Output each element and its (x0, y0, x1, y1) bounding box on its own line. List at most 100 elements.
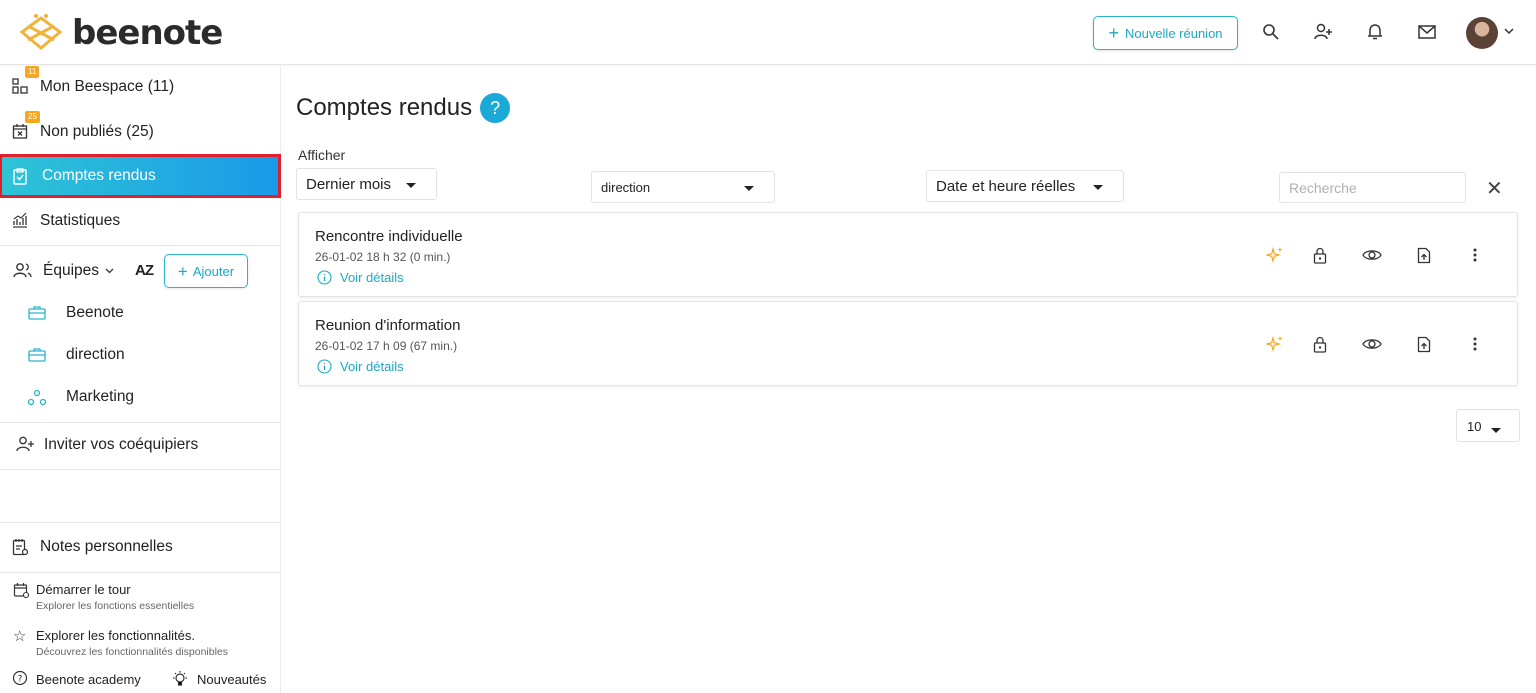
sidebar-item-statistiques[interactable]: Statistiques (0, 201, 281, 241)
team-item-marketing[interactable]: Marketing (0, 377, 280, 417)
dashboard-icon (12, 78, 30, 96)
eye-icon[interactable] (1362, 245, 1382, 265)
eye-icon[interactable] (1362, 334, 1382, 354)
search-icon[interactable] (1260, 21, 1282, 43)
briefcase-icon (28, 305, 46, 325)
team-select[interactable]: direction (591, 171, 775, 203)
add-team-button[interactable]: + Ajouter (164, 254, 248, 288)
ai-sparkle-icon[interactable] (1265, 245, 1285, 265)
sidebar-item-label: Mon Beespace (40, 78, 144, 95)
lightbulb-icon (171, 670, 189, 692)
news-link[interactable]: Nouveautés (197, 672, 266, 687)
add-user-icon (15, 436, 34, 454)
sidebar-item-label: Comptes rendus (42, 167, 156, 184)
date-mode-select-value: Date et heure réelles (936, 177, 1076, 195)
svg-text:?: ? (18, 675, 23, 685)
meeting-title: Reunion d'information (315, 317, 461, 334)
help-circle-icon: ? (12, 670, 28, 691)
explore-subtitle: Découvrez les fonctionnalités disponible… (36, 646, 229, 658)
meeting-date: 26-01-02 17 h 09 (67 min.) (315, 339, 458, 353)
invite-teammates-link[interactable]: Inviter vos coéquipiers (0, 425, 281, 465)
lock-icon[interactable] (1310, 245, 1330, 265)
page-title: Comptes rendus ? (296, 93, 511, 123)
team-item-beenote[interactable]: Beenote (0, 293, 280, 333)
export-file-icon[interactable] (1414, 334, 1434, 354)
caret-down-icon (406, 183, 416, 188)
caret-down-icon (744, 186, 754, 191)
info-icon (317, 270, 332, 285)
nodes-icon (27, 389, 47, 410)
notes-label: Notes personnelles (40, 538, 173, 555)
academy-link[interactable]: Beenote academy (36, 672, 141, 687)
sidebar-item-label: Non publiés (40, 123, 122, 140)
chevron-down-icon[interactable] (1503, 24, 1515, 42)
count-badge: 25 (25, 111, 40, 123)
divider (0, 522, 280, 523)
help-icon[interactable]: ? (480, 93, 511, 123)
briefcase-icon (28, 347, 46, 367)
invite-label: Inviter vos coéquipiers (44, 436, 199, 453)
details-link[interactable]: Voir détails (317, 359, 404, 374)
team-item-direction[interactable]: direction (0, 335, 280, 375)
explore-features-link[interactable]: ☆ Explorer les fonctionnalités. Découvre… (0, 626, 280, 666)
bell-icon[interactable] (1364, 21, 1386, 43)
add-user-icon[interactable] (1312, 21, 1334, 43)
search-input[interactable] (1279, 172, 1466, 203)
ai-sparkle-icon[interactable] (1265, 334, 1285, 354)
sidebar-item-mon-beespace[interactable]: 11 Mon Beespace (11) (0, 66, 281, 107)
sidebar-item-non-publies[interactable]: 25 Non publiés (25) (0, 111, 281, 152)
new-meeting-button[interactable]: + Nouvelle réunion (1093, 16, 1238, 50)
teams-label[interactable]: Équipes (43, 262, 99, 280)
divider (0, 245, 280, 246)
page-title-text: Comptes rendus (296, 94, 473, 121)
details-link[interactable]: Voir détails (317, 270, 404, 285)
start-tour-link[interactable]: Démarrer le tour Explorer les fonctions … (0, 580, 280, 620)
meeting-title: Rencontre individuelle (315, 228, 463, 245)
new-meeting-label: Nouvelle réunion (1124, 25, 1223, 41)
divider (0, 572, 280, 573)
tour-subtitle: Explorer les fonctions essentielles (36, 600, 195, 612)
calendar-x-icon (12, 123, 30, 141)
lock-icon[interactable] (1310, 334, 1330, 354)
info-icon (317, 359, 332, 374)
sidebar: 11 Mon Beespace (11) 25 Non publiés (25)… (0, 65, 281, 693)
tour-title: Démarrer le tour (36, 582, 131, 597)
sidebar-item-comptes-rendus[interactable]: Comptes rendus (0, 154, 281, 198)
beenote-logo[interactable]: beenote (16, 12, 223, 54)
chevron-down-icon[interactable] (104, 263, 115, 281)
afficher-label: Afficher (298, 147, 346, 163)
details-label: Voir détails (340, 270, 404, 285)
avatar[interactable] (1466, 17, 1498, 49)
chart-icon (12, 212, 30, 230)
star-icon: ☆ (13, 628, 27, 645)
per-page-select[interactable]: 10 (1456, 409, 1520, 442)
sidebar-item-count: (25) (126, 123, 154, 140)
divider (0, 469, 280, 470)
users-icon (13, 262, 32, 283)
clipboard-check-icon (12, 167, 30, 185)
per-page-value: 10 (1467, 419, 1482, 434)
sidebar-item-label: Statistiques (40, 212, 121, 229)
export-file-icon[interactable] (1414, 245, 1434, 265)
calendar-play-icon (13, 582, 30, 603)
logo-text: beenote (72, 13, 223, 53)
sort-az-icon[interactable]: AZ (135, 262, 154, 279)
mail-icon[interactable] (1416, 21, 1438, 43)
notes-icon (12, 538, 30, 556)
divider (0, 422, 280, 423)
more-vertical-icon[interactable] (1465, 334, 1485, 354)
sidebar-item-count: (11) (147, 78, 175, 95)
more-vertical-icon[interactable] (1465, 245, 1485, 265)
period-select[interactable]: Dernier mois (296, 168, 437, 200)
personal-notes-link[interactable]: Notes personnelles (0, 527, 281, 567)
close-icon[interactable]: ✕ (1486, 176, 1503, 201)
bee-logo-icon (19, 14, 63, 50)
caret-down-icon (1491, 428, 1501, 433)
team-label: Marketing (66, 388, 135, 405)
meeting-card[interactable]: Rencontre individuelle 26-01-02 18 h 32 … (298, 212, 1518, 297)
date-mode-select[interactable]: Date et heure réelles (926, 170, 1124, 202)
team-label: Beenote (66, 304, 124, 321)
main-content: Comptes rendus ? Afficher Dernier mois d… (281, 65, 1536, 693)
add-team-label: Ajouter (192, 263, 235, 279)
meeting-card[interactable]: Reunion d'information 26-01-02 17 h 09 (… (298, 301, 1518, 386)
